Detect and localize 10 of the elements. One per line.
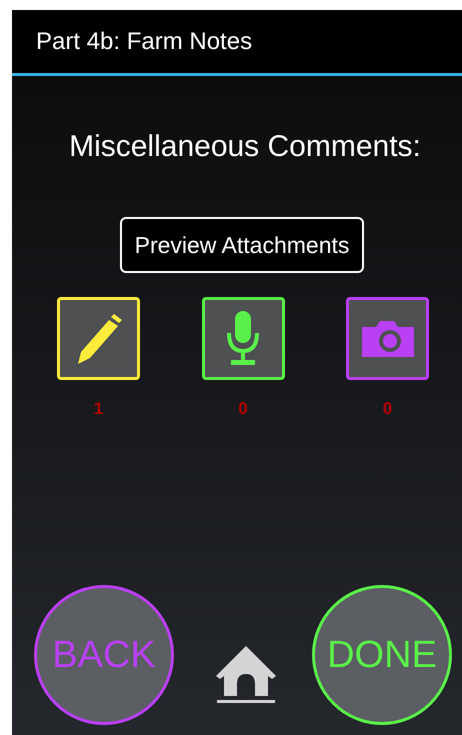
home-icon[interactable] bbox=[215, 646, 277, 704]
window-title: Part 4b: Farm Notes bbox=[36, 26, 252, 56]
attachment-count: 0 bbox=[238, 398, 248, 420]
attachment-count: 0 bbox=[382, 398, 392, 420]
attachment-count: 1 bbox=[94, 398, 104, 420]
done-button[interactable]: DONE bbox=[312, 585, 452, 725]
preview-attachments-button[interactable]: Preview Attachments bbox=[120, 217, 364, 273]
camera-icon bbox=[360, 318, 416, 358]
microphone-icon bbox=[226, 310, 260, 366]
heading: Miscellaneous Comments: bbox=[69, 129, 421, 165]
